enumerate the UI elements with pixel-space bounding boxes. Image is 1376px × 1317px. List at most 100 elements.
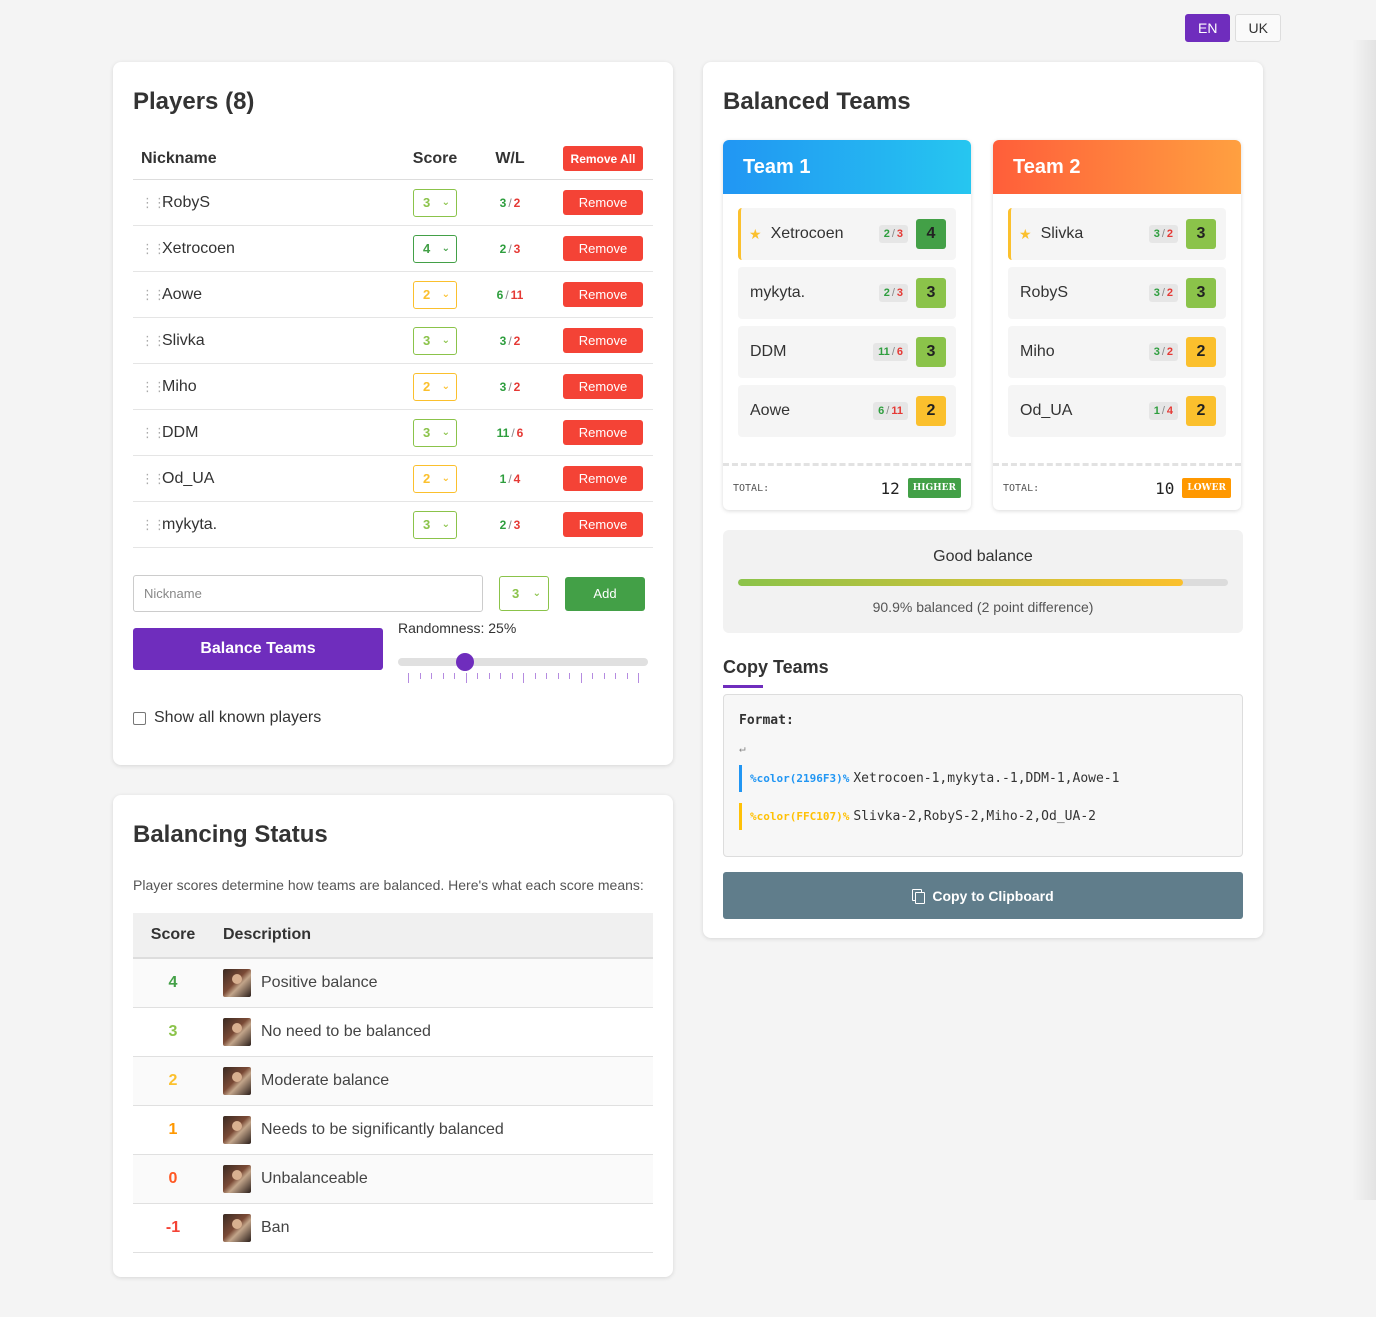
slider-tick <box>408 673 409 683</box>
player-score-select[interactable]: 2 ⌄ <box>413 372 457 401</box>
player-wl: 1/4 <box>475 472 545 486</box>
team-player[interactable]: Miho 3/2 2 <box>1008 326 1226 378</box>
wl-separator: / <box>511 425 515 440</box>
language-switch: EN UK <box>1185 14 1281 42</box>
lang-uk-button[interactable]: UK <box>1235 14 1281 42</box>
chevron-down-icon: ⌄ <box>441 473 450 484</box>
losses: 2 <box>513 195 521 210</box>
losses: 11 <box>510 287 524 302</box>
wl-separator: / <box>886 405 890 417</box>
balance-bar-fill <box>738 579 1184 586</box>
remove-player-button[interactable]: Remove <box>563 282 643 307</box>
add-player-button[interactable]: Add <box>565 576 645 611</box>
status-row: 2 Moderate balance <box>133 1057 653 1106</box>
randomness-slider[interactable] <box>398 653 648 671</box>
drag-handle-icon[interactable]: ⋮⋮ <box>141 241 166 257</box>
checkbox-icon[interactable] <box>133 711 146 725</box>
copy-to-clipboard-button[interactable]: Copy to Clipboard <box>723 872 1243 919</box>
randomness-label: Randomness: 25% <box>398 620 517 636</box>
new-player-score-select[interactable]: 3 ⌄ <box>499 576 549 611</box>
drag-handle-icon[interactable]: ⋮⋮ <box>141 425 166 441</box>
player-score-select[interactable]: 3 ⌄ <box>413 326 457 355</box>
player-score-select[interactable]: 2 ⌄ <box>413 464 457 493</box>
remove-player-button[interactable]: Remove <box>563 466 643 491</box>
show-known-players[interactable]: Show all known players <box>133 709 653 727</box>
remove-all-button[interactable]: Remove All <box>563 146 643 171</box>
player-row: ⋮⋮ mykyta. 3 ⌄ 2/3 Remove <box>133 502 653 548</box>
player-nickname: DDM <box>162 423 199 441</box>
team-player-score: 2 <box>1186 396 1216 426</box>
player-nickname: Xetrocoen <box>162 239 235 257</box>
team-1-total: 12 <box>880 478 900 498</box>
slider-tick <box>477 673 478 679</box>
slider-tick <box>592 673 593 679</box>
team-player-score: 3 <box>916 337 946 367</box>
remove-player-button[interactable]: Remove <box>563 236 643 261</box>
player-wl: 3/2 <box>475 334 545 348</box>
wins: 11 <box>496 425 510 440</box>
drag-handle-icon[interactable]: ⋮⋮ <box>141 287 166 303</box>
remove-player-button[interactable]: Remove <box>563 420 643 445</box>
avatar <box>223 969 251 997</box>
remove-player-button[interactable]: Remove <box>563 328 643 353</box>
remove-player-button[interactable]: Remove <box>563 190 643 215</box>
status-score: 4 <box>168 974 178 991</box>
star-icon: ★ <box>749 225 762 242</box>
drag-handle-icon[interactable]: ⋮⋮ <box>141 195 166 211</box>
team-player-name: RobyS <box>1020 284 1069 301</box>
col-description: Description <box>223 926 312 943</box>
team-1-header: Team 1 <box>723 140 971 194</box>
team-player[interactable]: Od_UA 1/4 2 <box>1008 385 1226 437</box>
player-score-select[interactable]: 4 ⌄ <box>413 234 457 263</box>
team-player-wl: 3/2 <box>1148 225 1178 243</box>
copy-title-underline <box>723 685 763 688</box>
losses: 3 <box>896 228 903 240</box>
player-wl: 3/2 <box>475 196 545 210</box>
status-row: 0 Unbalanceable <box>133 1155 653 1204</box>
player-score-select[interactable]: 2 ⌄ <box>413 280 457 309</box>
team-player[interactable]: mykyta. 2/3 3 <box>738 267 956 319</box>
remove-player-button[interactable]: Remove <box>563 374 643 399</box>
remove-player-button[interactable]: Remove <box>563 512 643 537</box>
drag-handle-icon[interactable]: ⋮⋮ <box>141 379 166 395</box>
status-table-header: Score Description <box>133 913 653 959</box>
player-score-select[interactable]: 3 ⌄ <box>413 188 457 217</box>
chevron-down-icon: ⌄ <box>441 243 450 254</box>
lang-en-button[interactable]: EN <box>1185 14 1231 42</box>
wins: 2 <box>499 517 507 532</box>
player-row: ⋮⋮ Miho 2 ⌄ 3/2 Remove <box>133 364 653 410</box>
player-wl: 3/2 <box>475 380 545 394</box>
balance-teams-button[interactable]: Balance Teams <box>133 628 383 670</box>
team-player[interactable]: Aowe 6/11 2 <box>738 385 956 437</box>
drag-handle-icon[interactable]: ⋮⋮ <box>141 333 166 349</box>
players-card: Players (8) Nickname Score W/L Remove Al… <box>113 62 673 765</box>
player-score-select[interactable]: 3 ⌄ <box>413 418 457 447</box>
slider-tick <box>442 673 444 679</box>
copy-teams-title: Copy Teams <box>723 657 829 677</box>
team-player[interactable]: DDM 11/6 3 <box>738 326 956 378</box>
team-player-score: 4 <box>916 219 946 249</box>
copy-icon <box>912 888 926 904</box>
wins: 2 <box>499 241 507 256</box>
player-score-select[interactable]: 3 ⌄ <box>413 510 457 539</box>
player-score-value: 2 <box>423 287 431 302</box>
slider-thumb[interactable] <box>456 653 474 671</box>
status-row: 4 Positive balance <box>133 959 653 1008</box>
losses: 3 <box>896 287 903 299</box>
wl-separator: / <box>891 287 895 299</box>
nickname-input[interactable] <box>133 575 483 612</box>
team-player[interactable]: ★ Xetrocoen 2/3 4 <box>738 208 956 260</box>
show-known-label: Show all known players <box>154 709 322 726</box>
balance-title: Good balance <box>933 548 1033 565</box>
scroll-shadow <box>1352 40 1376 1200</box>
wl-separator: / <box>891 228 895 240</box>
team-player[interactable]: ★ Slivka 3/2 3 <box>1008 208 1226 260</box>
wins: 3 <box>1153 228 1160 240</box>
team-player-wl: 11/6 <box>873 343 908 361</box>
team-player[interactable]: RobyS 3/2 3 <box>1008 267 1226 319</box>
player-score-value: 3 <box>423 195 431 210</box>
slider-tick <box>465 673 467 683</box>
drag-handle-icon[interactable]: ⋮⋮ <box>141 517 166 533</box>
drag-handle-icon[interactable]: ⋮⋮ <box>141 471 166 487</box>
col-score: Score <box>412 149 458 167</box>
